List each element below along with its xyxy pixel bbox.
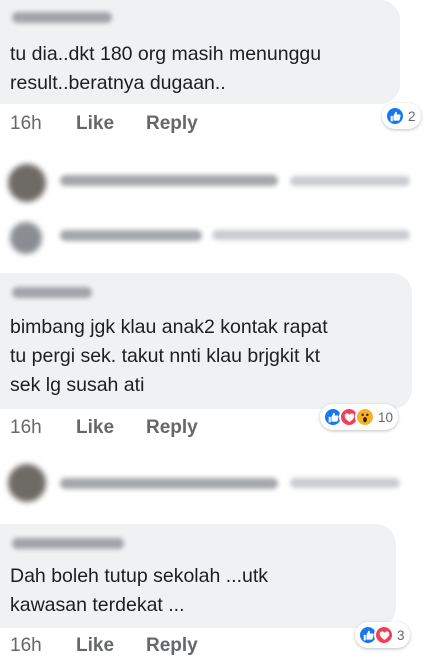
reply-author-name[interactable] <box>60 175 278 186</box>
comment-bubble: Dah boleh tutup sekolah ...utk kawasan t… <box>0 524 396 628</box>
comment-text: bimbang jgk klau anak2 kontak rapat tu p… <box>10 316 328 396</box>
reply-author-name[interactable] <box>60 230 202 241</box>
comment-timestamp[interactable]: 16h <box>10 417 42 439</box>
comment-actions: 16h Like Reply <box>0 632 424 660</box>
comment-bubble: bimbang jgk klau anak2 kontak rapat tu p… <box>0 273 412 409</box>
comment-author-name[interactable] <box>12 538 124 549</box>
like-button[interactable]: Like <box>76 113 114 135</box>
reply-button[interactable]: Reply <box>146 635 198 657</box>
reply-button[interactable]: Reply <box>146 113 198 135</box>
collapsed-reply[interactable] <box>0 212 424 262</box>
like-button[interactable]: Like <box>76 635 114 657</box>
collapsed-reply[interactable] <box>0 456 424 514</box>
comment-timestamp[interactable]: 16h <box>10 113 42 135</box>
comment-author-name[interactable] <box>12 287 92 298</box>
collapsed-reply[interactable] <box>0 150 424 206</box>
like-button[interactable]: Like <box>76 417 114 439</box>
comment-bubble: tu dia..dkt 180 org masih menunggu resul… <box>0 0 400 104</box>
avatar[interactable] <box>8 164 46 202</box>
comment-text: Dah boleh tutup sekolah ...utk kawasan t… <box>10 565 269 616</box>
reply-preview <box>212 230 410 240</box>
comment-author-name[interactable] <box>12 12 112 23</box>
comment-text: tu dia..dkt 180 org masih menunggu resul… <box>10 43 322 94</box>
avatar[interactable] <box>8 464 46 502</box>
comment-actions: 16h Like Reply <box>0 110 424 138</box>
comment-actions: 16h Like Reply <box>0 414 424 442</box>
comment-timestamp[interactable]: 16h <box>10 635 42 657</box>
reply-button[interactable]: Reply <box>146 417 198 439</box>
reply-preview <box>290 478 400 488</box>
reply-preview <box>290 176 410 186</box>
reply-author-name[interactable] <box>60 478 278 489</box>
avatar[interactable] <box>10 222 42 254</box>
